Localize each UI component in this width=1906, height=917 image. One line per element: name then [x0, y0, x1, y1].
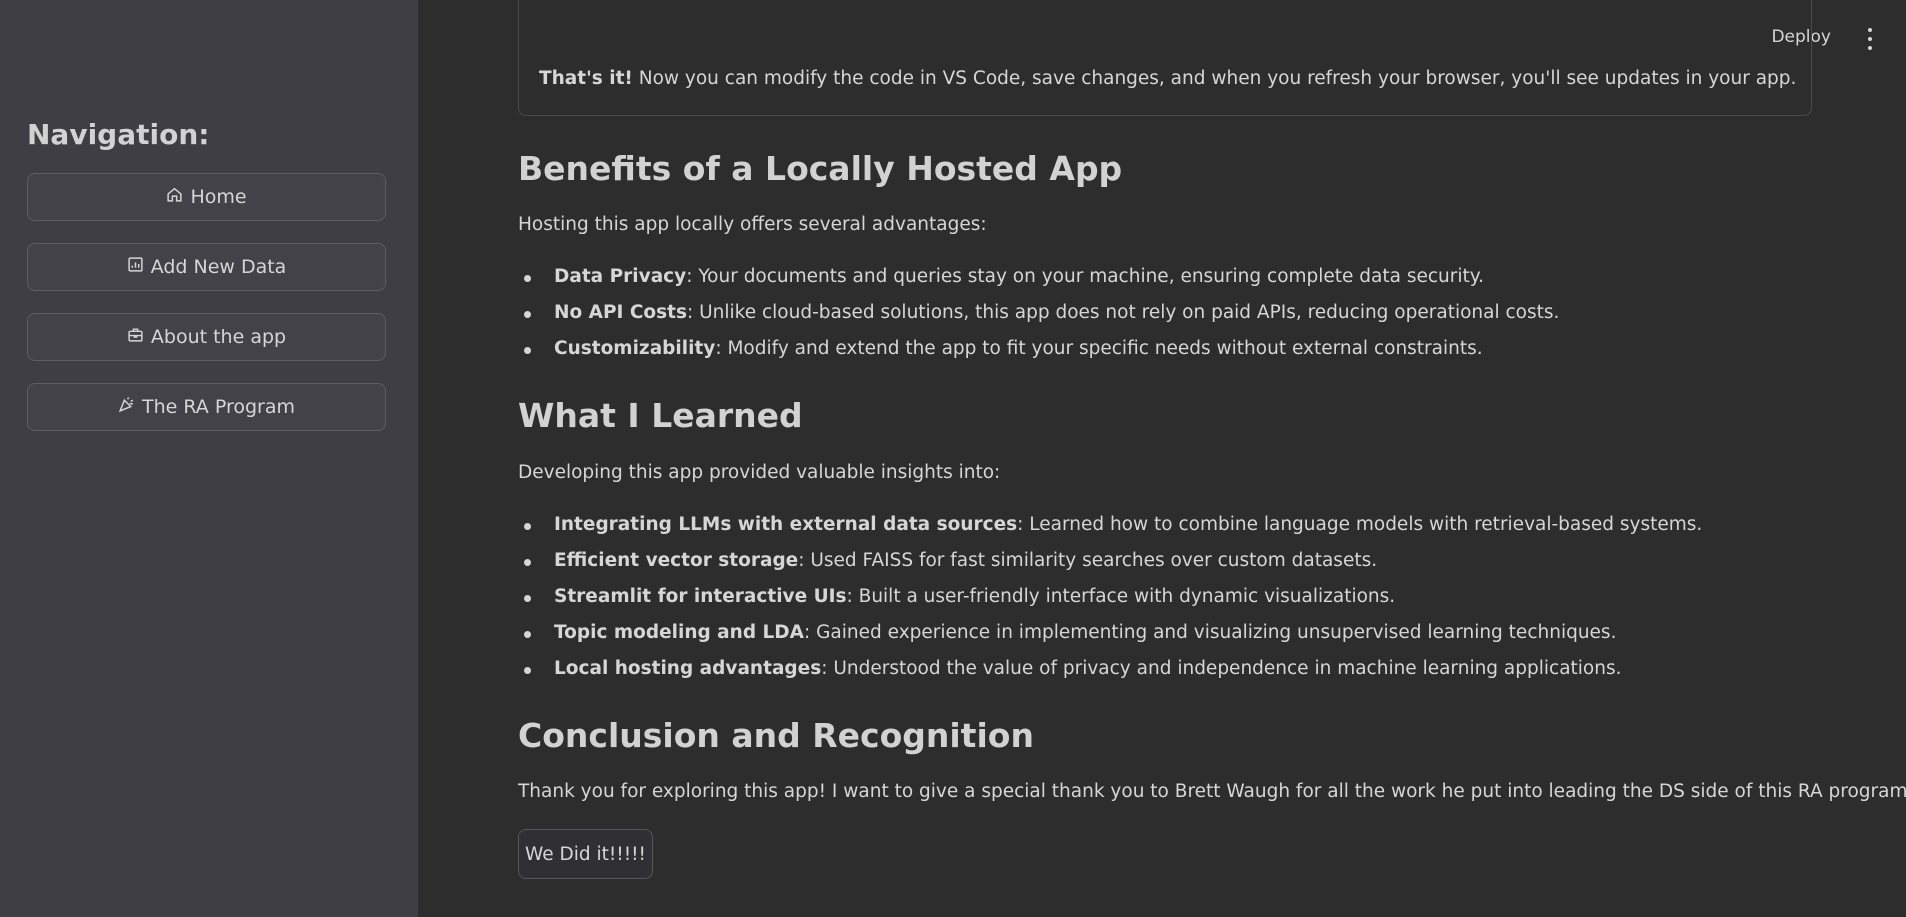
nav-button-home[interactable]: Home	[27, 173, 386, 221]
more-vert-icon[interactable]	[1864, 28, 1876, 50]
nav-button-add-new-data[interactable]: Add New Data	[27, 243, 386, 291]
list-item-text: : Unlike cloud-based solutions, this app…	[687, 302, 1560, 323]
list-item-text: : Built a user-friendly interface with d…	[846, 586, 1396, 607]
list-item-text: : Your documents and queries stay on you…	[686, 266, 1484, 287]
info-callout: That's it! Now you can modify the code i…	[518, 0, 1812, 116]
briefcase-icon	[127, 326, 144, 348]
navigation-title: Navigation:	[27, 118, 210, 151]
learned-intro: Developing this app provided valuable in…	[518, 462, 1001, 483]
nav-label-add-new-data: Add New Data	[150, 256, 287, 278]
list-item-text: : Understood the value of privacy and in…	[821, 658, 1622, 679]
conclusion-text: Thank you for exploring this app! I want…	[518, 781, 1906, 802]
nav-button-about-the-app[interactable]: About the app	[27, 313, 386, 361]
nav-button-the-ra-program[interactable]: The RA Program	[27, 383, 386, 431]
chart-icon	[127, 256, 144, 278]
heading-benefits: Benefits of a Locally Hosted App	[518, 149, 1123, 188]
nav-label-about-the-app: About the app	[150, 326, 287, 348]
party-icon	[118, 396, 135, 418]
list-item-bold: Integrating LLMs with external data sour…	[554, 514, 1018, 535]
list-item-bold: Data Privacy	[554, 266, 687, 287]
list-item-bold: No API Costs	[554, 302, 687, 323]
bullet-dot	[524, 631, 531, 638]
callout-body: Now you can modify the code in VS Code, …	[632, 68, 1797, 89]
benefits-intro: Hosting this app locally offers several …	[518, 214, 987, 235]
list-item-text: : Modify and extend the app to fit your …	[715, 338, 1483, 359]
bullet-dot	[524, 523, 531, 530]
list-item-bold: Efficient vector storage	[554, 550, 799, 571]
list-item-bold: Streamlit for interactive UIs	[554, 586, 847, 607]
bullet-dot	[524, 559, 531, 566]
list-item-bold: Customizability	[554, 338, 716, 359]
list-item-bold: Local hosting advantages	[554, 658, 822, 679]
list-item-bold: Topic modeling and LDA	[554, 622, 804, 643]
bullet-dot	[524, 595, 531, 602]
list-item-text: : Learned how to combine language models…	[1017, 514, 1703, 535]
bullet-dot	[524, 311, 531, 318]
bullet-dot	[524, 667, 531, 674]
we-did-it-button[interactable]: We Did it!!!!!	[518, 829, 653, 879]
bullet-dot	[524, 275, 531, 282]
heading-what-i-learned: What I Learned	[518, 396, 803, 435]
bullet-dot	[524, 347, 531, 354]
list-item-text: : Gained experience in implementing and …	[803, 622, 1617, 643]
nav-label-the-ra-program: The RA Program	[141, 396, 295, 418]
home-icon	[166, 186, 183, 208]
list-item-text: : Used FAISS for fast similarity searche…	[798, 550, 1378, 571]
callout-bold: That's it!	[539, 68, 633, 89]
heading-conclusion: Conclusion and Recognition	[518, 716, 1034, 755]
main-content: Deploy That's it! Now you can modify the…	[418, 0, 1906, 917]
callout-text: That's it! Now you can modify the code i…	[539, 68, 1796, 89]
nav-label-home: Home	[190, 186, 247, 208]
sidebar: Navigation: Home Add New Data About the …	[0, 0, 418, 917]
